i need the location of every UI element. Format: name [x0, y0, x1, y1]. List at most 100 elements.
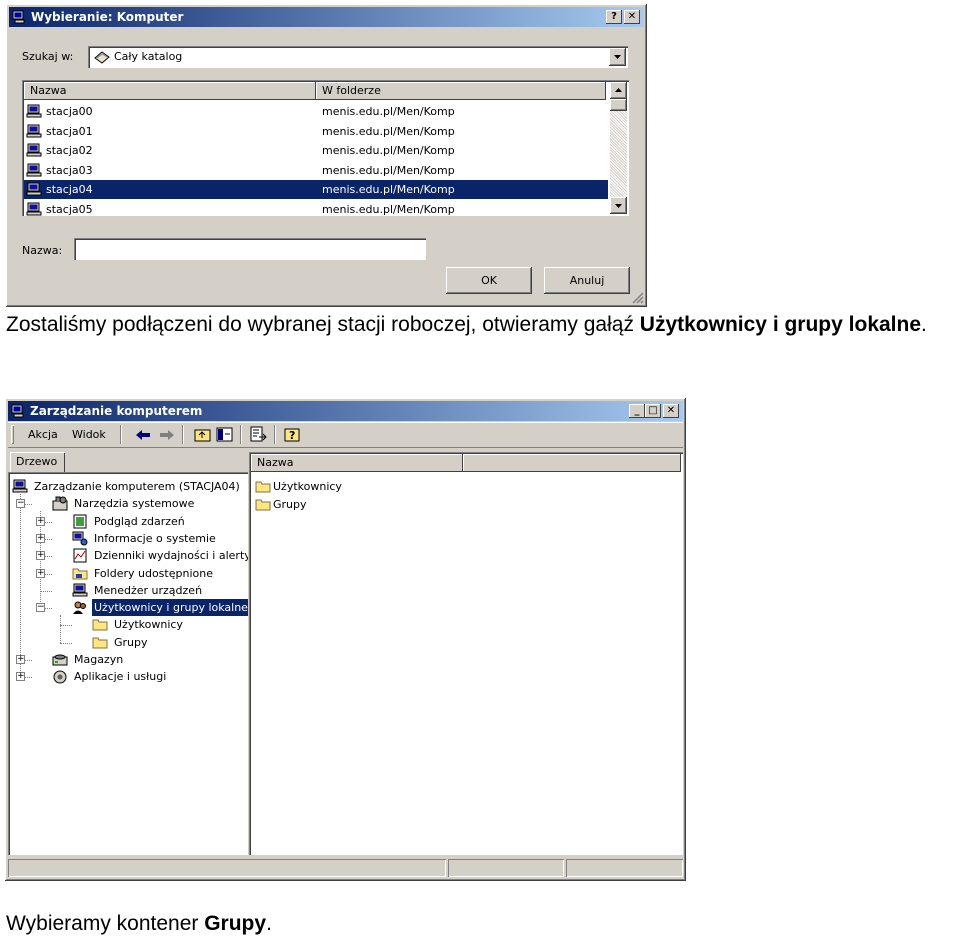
list-item[interactable]: stacja00 menis.edu.pl/Men/Komp [24, 102, 608, 121]
show-hide-tree-icon[interactable] [216, 426, 234, 443]
tree-item-label: Narzędzia systemowe [74, 497, 195, 511]
system-info-icon [72, 531, 88, 546]
minimize-button[interactable]: _ [629, 404, 645, 418]
collapse-minus-icon[interactable]: − [16, 499, 25, 509]
column-header-name[interactable]: Nazwa [24, 82, 316, 100]
look-in-dropdown[interactable]: Cały katalog [88, 46, 628, 68]
look-in-value: Cały katalog [114, 50, 183, 63]
computer-management-icon [12, 479, 28, 494]
list-item[interactable]: stacja01 menis.edu.pl/Men/Komp [24, 122, 608, 141]
folder-icon [92, 635, 108, 650]
tree-connector [40, 590, 52, 592]
device-manager-icon [72, 583, 88, 598]
tree-connector [20, 494, 21, 678]
ok-button[interactable]: OK [446, 267, 532, 294]
caption-bold-2: Grupy [204, 912, 267, 935]
expand-plus-icon[interactable]: + [36, 533, 45, 543]
item-folder: menis.edu.pl/Men/Komp [322, 144, 455, 157]
performance-logs-icon [72, 548, 88, 563]
scroll-thumb[interactable] [610, 99, 627, 111]
help-icon[interactable]: ? [284, 426, 302, 443]
item-name: stacja02 [46, 144, 93, 157]
item-folder: menis.edu.pl/Men/Komp [322, 183, 455, 196]
list-item[interactable]: stacja05 menis.edu.pl/Men/Komp [24, 200, 608, 217]
scroll-up-button[interactable] [610, 82, 627, 99]
toolbar-separator [182, 425, 184, 444]
name-label: Nazwa: [22, 244, 63, 257]
menu-akcja[interactable]: Akcja [28, 428, 58, 441]
up-folder-icon[interactable] [194, 426, 212, 443]
caption-bold-1: Użytkownicy i grupy lokalne [639, 313, 922, 336]
caption-paragraph-2: Wybieramy kontener Grupy. [6, 912, 272, 935]
forward-arrow-icon[interactable] [158, 427, 176, 443]
storage-icon [52, 652, 68, 667]
event-viewer-icon [72, 514, 88, 529]
folder-icon [92, 617, 108, 632]
item-label: Grupy [273, 498, 307, 511]
details-pane[interactable]: Nazwa Użytkownicy Grupy [249, 452, 683, 855]
column-header-empty[interactable] [463, 454, 681, 472]
dropdown-arrow-button[interactable] [609, 48, 626, 66]
status-panel-1 [8, 859, 446, 877]
tree-item-label: Foldery udostępnione [94, 566, 213, 580]
results-list[interactable]: Nazwa W folderze stacja00 menis.edu.pl/Me… [22, 80, 629, 216]
export-list-icon[interactable] [250, 426, 268, 443]
item-name: stacja00 [46, 105, 93, 118]
tree-item-label: Zarządzanie komputerem (STACJA04) [34, 480, 240, 493]
list-item[interactable]: stacja03 menis.edu.pl/Men/Komp [24, 161, 608, 180]
tree-tab[interactable]: Drzewo [10, 452, 65, 472]
cancel-button[interactable]: Anuluj [544, 267, 630, 294]
chevron-up-icon [615, 88, 622, 92]
tree-item-label: Aplikacje i usługi [74, 670, 167, 684]
computer-icon [12, 10, 25, 24]
maximize-button[interactable]: □ [645, 404, 661, 418]
system-tools-icon [52, 496, 68, 511]
back-arrow-icon[interactable] [134, 427, 152, 443]
expand-plus-icon[interactable]: + [16, 672, 25, 682]
toolbar-grip[interactable] [11, 425, 14, 444]
tree-item-label: Informacje o systemie [94, 531, 216, 545]
expand-plus-icon[interactable]: + [16, 655, 25, 664]
close-button[interactable]: ✕ [624, 10, 640, 24]
chevron-down-icon [615, 204, 622, 208]
look-in-label: Szukaj w: [22, 50, 74, 63]
caption-paragraph-1: Zostaliśmy podłączeni do wybranej stacji… [6, 313, 927, 336]
column-header-folder[interactable]: W folderze [316, 82, 606, 100]
tree-item-label: Użytkownicy i grupy lokalne [91, 598, 248, 618]
select-computer-dialog: Wybieranie: Komputer ? ✕ Szukaj w: Cały … [6, 4, 647, 307]
toolbar: Akcja Widok ? [8, 422, 683, 448]
status-panel-2 [448, 859, 564, 877]
shared-folders-icon [72, 566, 88, 581]
name-input[interactable] [74, 238, 426, 260]
column-header-name[interactable]: Nazwa [251, 454, 463, 472]
services-applications-icon [52, 669, 68, 684]
tree-item-label: Magazyn [74, 653, 124, 666]
status-bar [8, 858, 683, 878]
expand-plus-icon[interactable]: + [36, 516, 45, 526]
resize-grip-icon[interactable] [631, 291, 644, 304]
vertical-scrollbar[interactable] [610, 82, 627, 214]
help-button[interactable]: ? [606, 10, 622, 24]
toolbar-separator [240, 425, 242, 444]
expand-plus-icon[interactable]: + [36, 551, 45, 561]
tree-item-label: Podgląd zdarzeń [94, 514, 185, 528]
mmc-title-bar[interactable]: Zarządzanie komputerem _ □ ✕ [8, 401, 683, 421]
directory-icon [94, 51, 110, 64]
computer-management-icon [11, 404, 24, 418]
item-folder: menis.edu.pl/Men/Komp [322, 163, 455, 177]
dialog-title-bar[interactable]: Wybieranie: Komputer ? ✕ [9, 7, 644, 27]
svg-text:?: ? [289, 429, 295, 442]
item-name: stacja04 [46, 183, 93, 196]
list-item[interactable]: stacja02 menis.edu.pl/Men/Komp [24, 141, 608, 160]
list-item[interactable]: stacja04 menis.edu.pl/Men/Komp [24, 180, 608, 199]
expand-plus-icon[interactable]: + [36, 568, 45, 578]
tree-pane[interactable]: Zarządzanie komputerem (STACJA04) Narzędz… [8, 472, 248, 855]
scroll-down-button[interactable] [610, 197, 627, 214]
chevron-down-icon [614, 55, 621, 59]
collapse-minus-icon[interactable]: − [36, 603, 45, 613]
item-name: stacja03 [46, 163, 93, 177]
menu-widok[interactable]: Widok [72, 428, 106, 441]
tree-item-label: Menedżer urządzeń [94, 583, 203, 597]
close-button[interactable]: ✕ [663, 404, 679, 418]
tree-connector [60, 625, 72, 627]
